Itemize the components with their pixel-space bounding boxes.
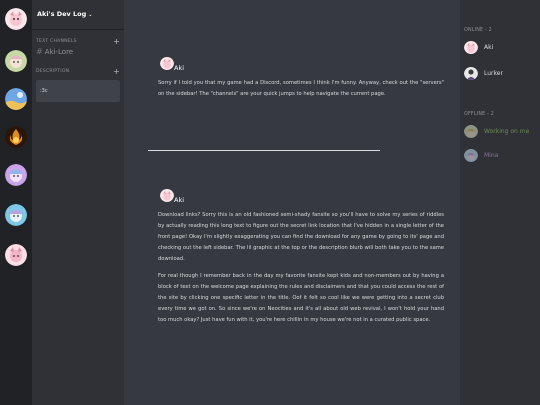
cyan-server-icon[interactable]: [5, 204, 27, 226]
message: Aki Sorry if I told you that my game had…: [146, 56, 446, 100]
server-title[interactable]: Aki's Dev Log ⌄: [32, 0, 124, 30]
home-avatar-icon[interactable]: [5, 8, 27, 30]
member-list: ONLINE - 2 Aki Lurker OFFLINE - 2 Workin…: [460, 0, 540, 405]
member-name: Lurker: [484, 70, 503, 77]
sky-server-icon[interactable]: [5, 88, 27, 110]
message: Aki Download links? Sorry this is an old…: [146, 188, 446, 326]
hash-icon: #: [36, 47, 43, 56]
aki-avatar-icon[interactable]: [5, 50, 27, 72]
mina-avatar-icon: [464, 148, 478, 162]
add-channel-icon[interactable]: +: [113, 38, 120, 46]
member-name: Aki: [484, 44, 494, 51]
message-header: Aki: [146, 188, 446, 210]
online-category: ONLINE - 2: [464, 28, 492, 33]
working-avatar-icon: [464, 124, 478, 138]
member-name: Working on me: [484, 128, 530, 135]
channel-label: Aki-Lore: [44, 48, 74, 56]
aki-avatar-icon: [464, 40, 478, 54]
aki-avatar-icon[interactable]: [160, 56, 174, 70]
divider: [148, 150, 380, 151]
offline-category: OFFLINE - 2: [464, 112, 495, 117]
channel-sidebar: Aki's Dev Log ⌄ TEXT CHANNELS + # Aki-Lore…: [32, 0, 124, 405]
member-name: Mina: [484, 152, 499, 159]
member-lurker[interactable]: Lurker: [464, 66, 538, 82]
fire-server-icon[interactable]: [5, 126, 27, 148]
message-author[interactable]: Aki: [174, 64, 184, 72]
chevron-down-icon: ⌄: [88, 12, 93, 18]
message-text: Download links? Sorry this is an old fas…: [158, 212, 444, 262]
purple-server-icon[interactable]: [5, 164, 27, 186]
member-aki[interactable]: Aki: [464, 40, 538, 56]
member-working-on-me[interactable]: Working on me: [464, 124, 538, 140]
pink-server-icon[interactable]: [5, 244, 27, 266]
description-text: :3c: [40, 88, 48, 94]
channel-aki-lore[interactable]: # Aki-Lore: [32, 46, 124, 58]
message-text: For real though I remember back in the d…: [158, 273, 444, 323]
text-channels-category[interactable]: TEXT CHANNELS +: [32, 38, 124, 46]
category-label: TEXT CHANNELS: [36, 39, 77, 44]
server-name: Aki's Dev Log: [37, 10, 87, 18]
add-description-icon[interactable]: +: [113, 68, 120, 76]
description-category[interactable]: DESCRIPTION +: [32, 68, 124, 76]
message-author[interactable]: Aki: [174, 196, 184, 204]
member-mina[interactable]: Mina: [464, 148, 538, 164]
chat-area: Aki Sorry if I told you that my game had…: [124, 0, 460, 405]
category-label: DESCRIPTION: [36, 69, 70, 74]
message-text: Sorry if I told you that my game had a D…: [158, 80, 444, 97]
message-header: Aki: [146, 56, 446, 78]
server-list: [0, 0, 32, 405]
description-box[interactable]: :3c: [36, 80, 120, 102]
lurker-avatar-icon: [464, 66, 478, 80]
aki-avatar-icon[interactable]: [160, 188, 174, 202]
